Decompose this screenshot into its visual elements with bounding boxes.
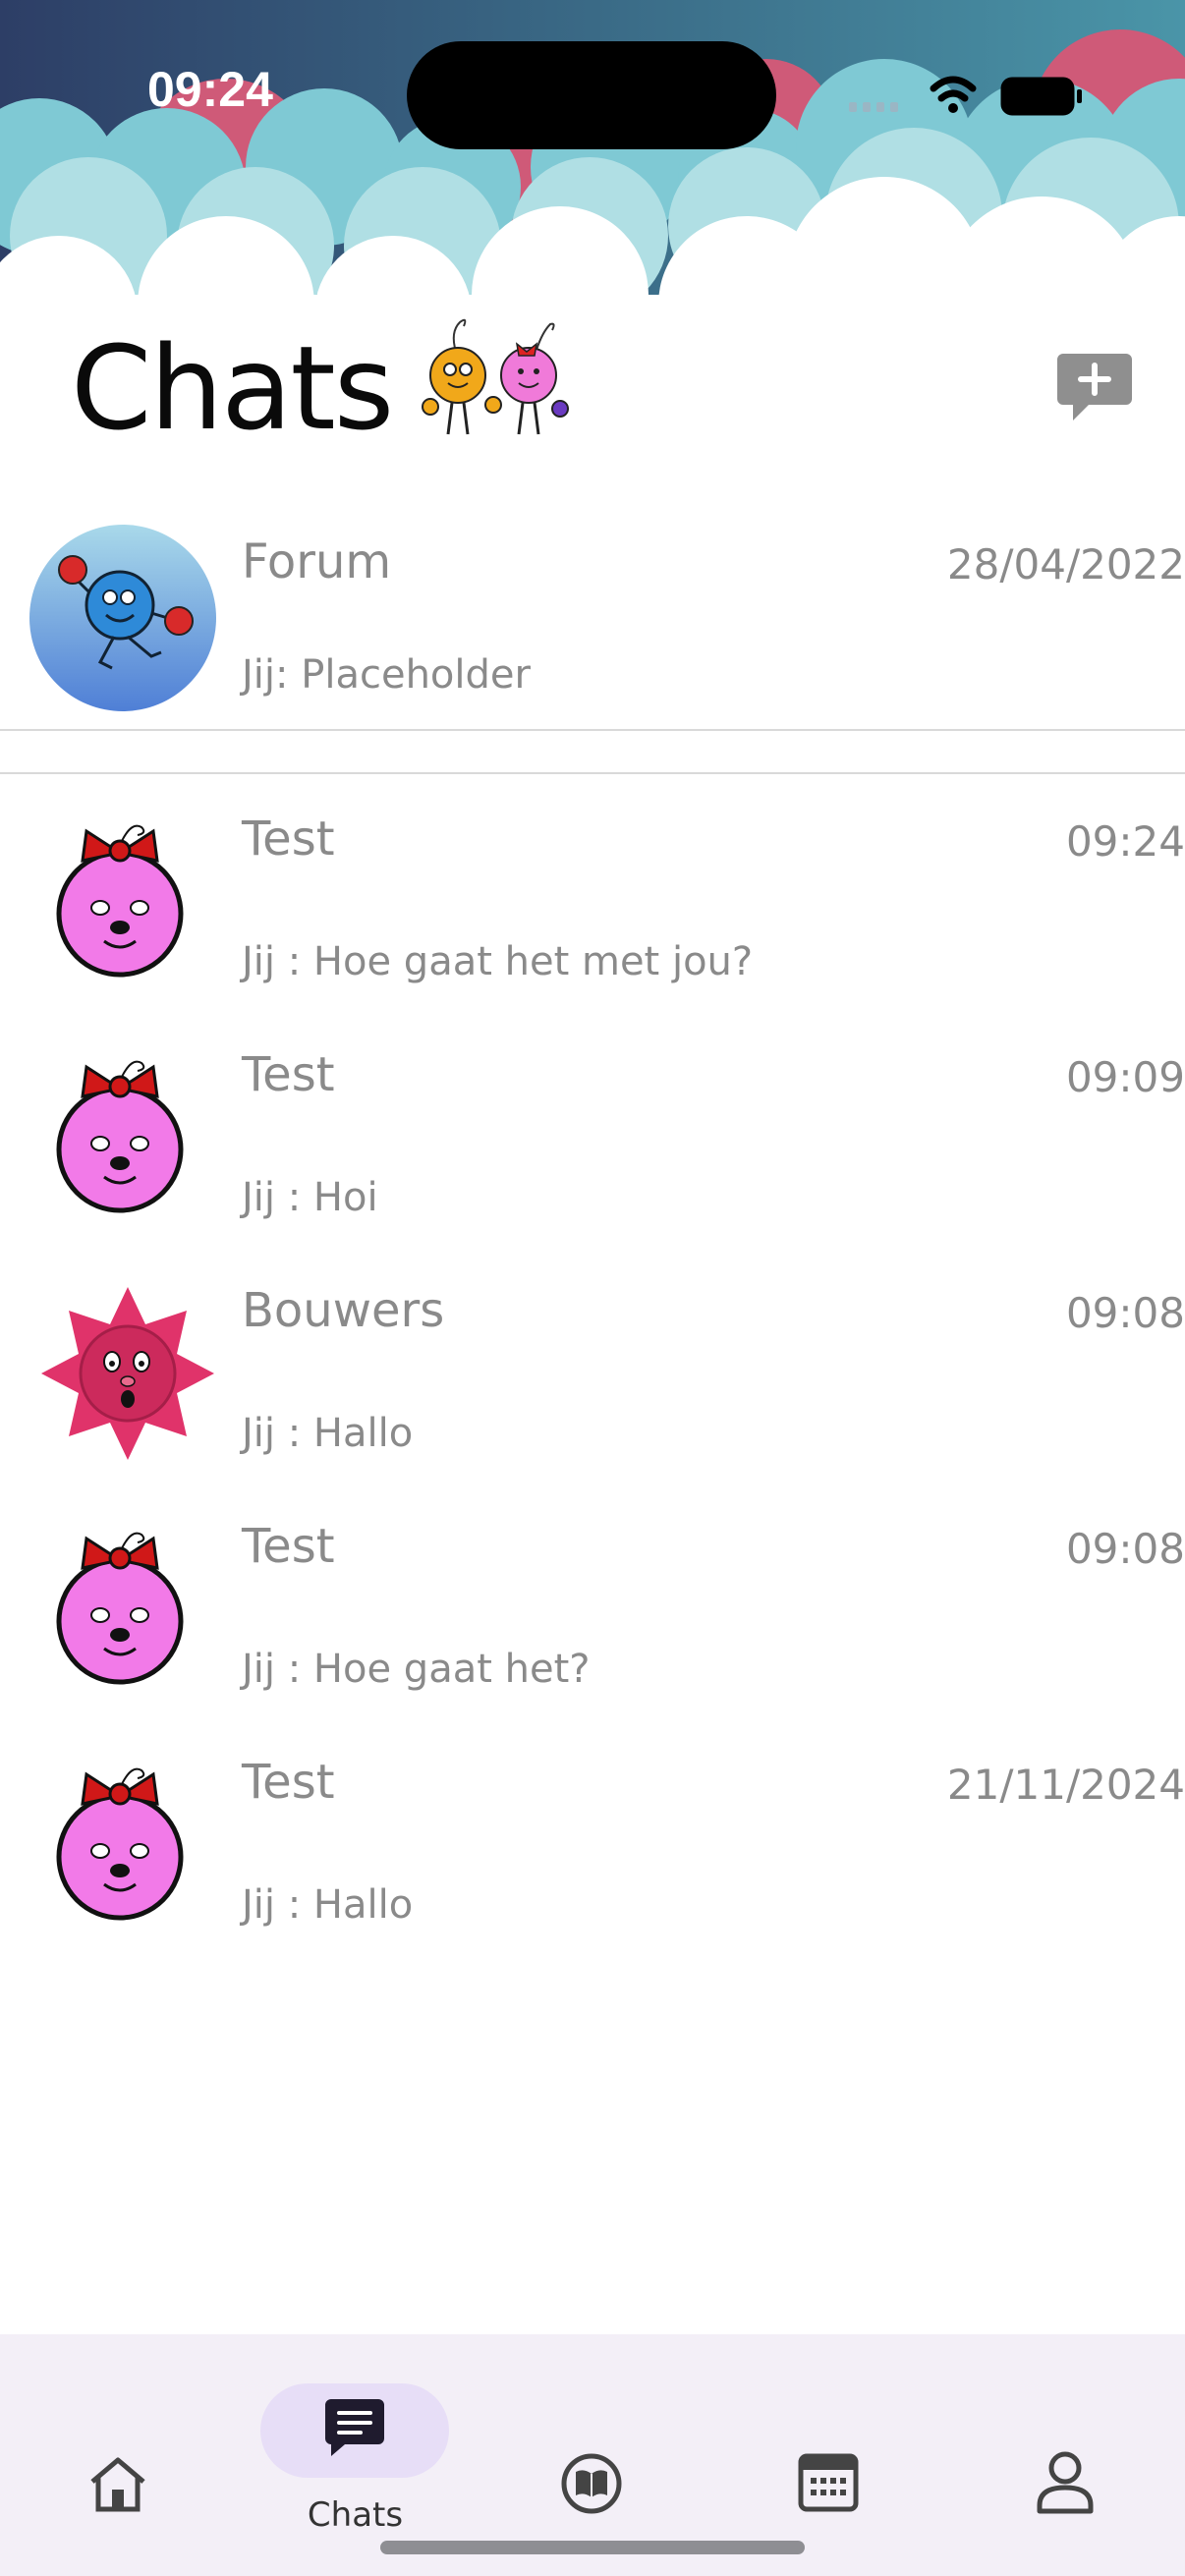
chat-list-item[interactable]: Test 09:24 Jij : Hoe gaat het met jou?: [0, 804, 1185, 1030]
chat-name: Test: [242, 1047, 335, 1102]
pink-bow-avatar: [56, 1060, 184, 1213]
chat-list-item[interactable]: Bouwers 09:08 Jij : Hallo: [0, 1275, 1185, 1501]
chat-time: 09:08: [1065, 1525, 1185, 1573]
tab-label: Chats: [307, 2495, 404, 2535]
chat-time: 09:08: [1065, 1289, 1185, 1337]
chat-name: Forum: [242, 534, 392, 589]
red-star-avatar: [41, 1287, 214, 1460]
home-indicator: [380, 2541, 805, 2554]
chat-date: 28/04/2022: [946, 540, 1185, 588]
chat-time: 09:09: [1065, 1053, 1185, 1101]
divider: [0, 772, 1185, 774]
new-chat-button[interactable]: [1055, 350, 1134, 424]
dynamic-island: [407, 41, 776, 149]
chat-last-message: Jij : Hallo: [242, 1882, 414, 1928]
chat-name: Test: [242, 812, 335, 867]
pink-bow-avatar: [56, 824, 184, 978]
chat-name: Bouwers: [242, 1283, 445, 1338]
chat-icon: [325, 2399, 384, 2456]
battery-icon: [1000, 77, 1082, 116]
chat-last-message: Jij : Hallo: [242, 1411, 414, 1456]
pink-bow-avatar: [56, 1767, 184, 1921]
tab-profile[interactable]: [947, 2334, 1184, 2576]
chat-last-message: Jij: Placeholder: [242, 652, 531, 698]
chat-list-item[interactable]: Test 09:08 Jij : Hoe gaat het?: [0, 1511, 1185, 1737]
chat-last-message: Jij : Hoe gaat het met jou?: [242, 939, 754, 984]
status-time: 09:24: [147, 62, 273, 117]
divider: [0, 729, 1185, 731]
forum-avatar: [29, 525, 216, 711]
mascots-illustration: [422, 318, 569, 435]
chat-name: Test: [242, 1519, 335, 1574]
page-title: Chats: [71, 320, 394, 456]
chat-last-message: Jij : Hoe gaat het?: [242, 1647, 591, 1692]
chat-time: 09:24: [1065, 817, 1185, 866]
home-icon: [90, 2457, 145, 2512]
chat-time: 21/11/2024: [946, 1761, 1185, 1809]
status-icons: [849, 76, 1082, 116]
cellular-signal-icon: [849, 102, 898, 112]
wifi-icon: [930, 76, 977, 102]
chat-list-item[interactable]: Test 21/11/2024 Jij : Hallo: [0, 1747, 1185, 1973]
chat-list-item[interactable]: Test 09:09 Jij : Hoi: [0, 1039, 1185, 1265]
calendar-icon: [798, 2453, 859, 2512]
chat-name: Test: [242, 1755, 335, 1810]
person-icon: [1037, 2451, 1094, 2514]
forum-chat-item[interactable]: Forum 28/04/2022 Jij: Placeholder: [0, 513, 1185, 739]
tab-home[interactable]: [0, 2334, 237, 2576]
book-icon: [561, 2453, 622, 2514]
pink-bow-avatar: [56, 1532, 184, 1685]
chat-last-message: Jij : Hoi: [242, 1175, 378, 1220]
